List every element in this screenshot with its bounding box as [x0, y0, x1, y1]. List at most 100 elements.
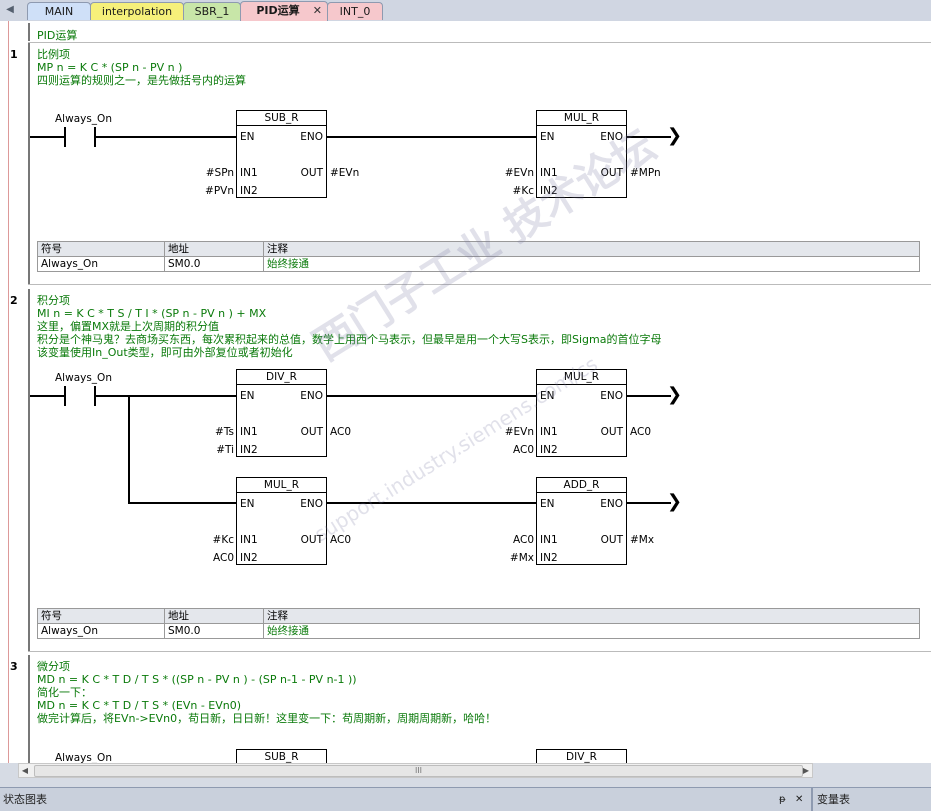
comment-line: MP n = K C * (SP n - PV n )	[37, 61, 183, 74]
pin-en: EN	[540, 131, 555, 143]
branch-wire	[128, 395, 130, 503]
tab-pid[interactable]: PID运算 ✕	[240, 1, 328, 21]
div-r-block[interactable]: DIV_R EN ENO IN1 OUT IN2	[236, 369, 327, 457]
block-name: DIV_R	[237, 371, 326, 385]
wire	[327, 395, 536, 397]
div-r-block[interactable]: DIV_R	[536, 749, 627, 763]
program-comment: PID运算	[37, 29, 78, 42]
pin-out: OUT	[300, 167, 323, 179]
network-number[interactable]: 1	[10, 48, 18, 61]
pin-in1: IN1	[240, 426, 258, 438]
operand-in2[interactable]: #Kc	[488, 185, 534, 197]
pin-in2: IN2	[540, 552, 558, 564]
symbol-table[interactable]: 符号 地址 注释 Always_On SM0.0 始终接通	[37, 608, 920, 639]
mul-r-block[interactable]: MUL_R EN ENO IN1 OUT IN2	[536, 110, 627, 198]
column-header: 符号	[37, 241, 165, 257]
operand-in1[interactable]: #Kc	[188, 534, 234, 546]
column-header: 注释	[263, 608, 920, 624]
table-cell[interactable]: Always_On	[37, 256, 165, 272]
pin-in2: IN2	[240, 185, 258, 197]
comment-line: 做完计算后，将EVn->EVn0，苟日新，日日新！这里变一下：苟周期新，周期周期…	[37, 712, 497, 725]
comment-line: 微分项	[37, 660, 70, 673]
operand-in1[interactable]: AC0	[488, 534, 534, 546]
comment-line: 这里，偏置MX就是上次周期的积分值	[37, 320, 220, 333]
pin-out: OUT	[600, 426, 623, 438]
tab-interpolation[interactable]: interpolation	[90, 2, 184, 20]
pin-in2: IN2	[540, 185, 558, 197]
tab-label: INT_0	[339, 5, 371, 18]
contact-left-bar[interactable]	[64, 386, 66, 406]
contact-label: Always_On	[55, 752, 112, 763]
close-tab-icon[interactable]: ✕	[313, 2, 322, 20]
table-cell[interactable]: SM0.0	[164, 623, 264, 639]
operand-in2[interactable]: #Mx	[488, 552, 534, 564]
pin-icon[interactable]: ᵽ	[779, 790, 786, 809]
operand-out[interactable]: #EVn	[330, 167, 359, 179]
pin-eno: ENO	[600, 390, 623, 402]
operand-in2[interactable]: #Ti	[188, 444, 234, 456]
operand-out[interactable]: AC0	[330, 534, 351, 546]
table-cell[interactable]: Always_On	[37, 623, 165, 639]
contact-label: Always_On	[55, 372, 112, 384]
wire	[627, 502, 671, 504]
operand-out[interactable]: AC0	[630, 426, 651, 438]
table-cell[interactable]: 始终接通	[263, 623, 920, 639]
network-number[interactable]: 2	[10, 294, 18, 307]
close-icon[interactable]: ✕	[795, 790, 803, 809]
symbol-table[interactable]: 符号 地址 注释 Always_On SM0.0 始终接通	[37, 241, 920, 272]
tab-label: interpolation	[101, 5, 173, 18]
block-name: MUL_R	[537, 112, 626, 126]
operand-in1[interactable]: #Ts	[188, 426, 234, 438]
comment-line: MD n = K C * T D / T S * (EVn - EVn0)	[37, 699, 242, 712]
sub-r-block[interactable]: SUB_R	[236, 749, 327, 763]
pin-en: EN	[240, 390, 255, 402]
operand-in1[interactable]: #SPn	[188, 167, 234, 179]
pin-in1: IN1	[240, 534, 258, 546]
tab-main[interactable]: MAIN	[27, 2, 91, 20]
arrow-right-icon: ❯	[667, 125, 683, 146]
mul-r-block[interactable]: MUL_R EN ENO IN1 OUT IN2	[536, 369, 627, 457]
tab-int0[interactable]: INT_0	[327, 2, 383, 20]
panel-title: 状态图表	[3, 793, 47, 806]
operand-in1[interactable]: #EVn	[488, 426, 534, 438]
wire	[327, 502, 536, 504]
operand-in2[interactable]: AC0	[188, 552, 234, 564]
block-name: SUB_R	[237, 751, 326, 763]
scrollbar-grip: III	[414, 766, 423, 775]
network-divider	[28, 651, 931, 652]
contact-label: Always_On	[55, 113, 112, 125]
ladder-editor[interactable]: PID运算 1 比例项 MP n = K C * (SP n - PV n ) …	[0, 21, 931, 763]
add-r-block[interactable]: ADD_R EN ENO IN1 OUT IN2	[536, 477, 627, 565]
pin-en: EN	[540, 390, 555, 402]
status-chart-panel[interactable]: 状态图表 ᵽ ✕	[3, 790, 807, 809]
horizontal-scrollbar[interactable]: ◀ III ▶	[18, 763, 813, 778]
operand-out[interactable]: AC0	[330, 426, 351, 438]
scroll-right-icon[interactable]: ▶	[800, 764, 812, 777]
sub-r-block[interactable]: SUB_R EN ENO IN1 OUT IN2	[236, 110, 327, 198]
operand-in1[interactable]: #EVn	[488, 167, 534, 179]
operand-out[interactable]: #MPn	[630, 167, 661, 179]
wire	[627, 136, 671, 138]
column-header: 地址	[164, 241, 264, 257]
column-header: 注释	[263, 241, 920, 257]
network-comment[interactable]: 积分项 MI n = K C * T S / T I * (SP n - PV …	[37, 294, 661, 359]
variable-table-panel[interactable]: 变量表	[817, 790, 850, 809]
network-number[interactable]: 3	[10, 660, 18, 673]
scroll-left-icon[interactable]: ◀	[19, 764, 31, 777]
table-cell[interactable]: SM0.0	[164, 256, 264, 272]
operand-in2[interactable]: #PVn	[188, 185, 234, 197]
operand-in2[interactable]: AC0	[488, 444, 534, 456]
mul-r-block[interactable]: MUL_R EN ENO IN1 OUT IN2	[236, 477, 327, 565]
comment-line: 积分项	[37, 294, 70, 307]
table-cell[interactable]: 始终接通	[263, 256, 920, 272]
network-comment[interactable]: 比例项 MP n = K C * (SP n - PV n ) 四则运算的规则之…	[37, 48, 246, 87]
dock-bar: 状态图表 ᵽ ✕ 变量表	[0, 787, 931, 811]
pin-in2: IN2	[240, 444, 258, 456]
tab-scroll-left-icon[interactable]: ◀	[3, 3, 17, 17]
contact-left-bar[interactable]	[64, 127, 66, 147]
operand-out[interactable]: #Mx	[630, 534, 654, 546]
network-comment[interactable]: 微分项 MD n = K C * T D / T S * ((SP n - PV…	[37, 660, 496, 725]
tab-sbr1[interactable]: SBR_1	[183, 2, 241, 20]
scrollbar-thumb[interactable]: III	[34, 765, 803, 777]
block-name: ADD_R	[537, 479, 626, 493]
